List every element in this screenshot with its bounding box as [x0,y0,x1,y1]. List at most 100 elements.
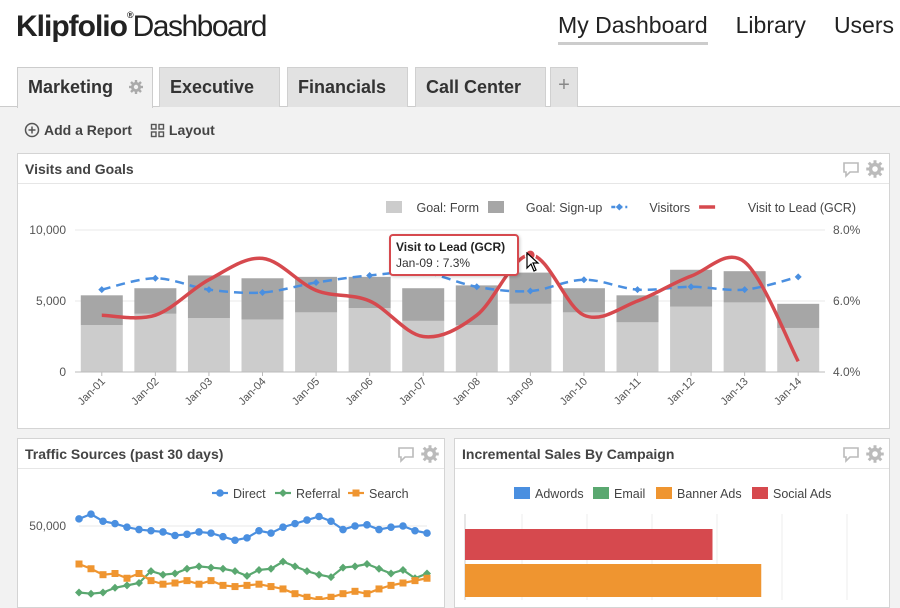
tab-label: Executive [170,77,254,97]
add-tab-button[interactable]: + [550,67,578,107]
search-point [100,571,107,578]
search-point [196,581,203,588]
referral-point [195,562,203,570]
referral-point [75,589,83,597]
incremental-sales-chart: AdwordsEmailBanner AdsSocial Ads [454,469,890,600]
search-point [328,594,335,600]
search-point [280,585,287,592]
comment-icon[interactable] [841,159,861,179]
klipfolio-logo[interactable]: Klipfolio®Dashboard [16,10,266,44]
layout-button[interactable]: Layout [150,122,215,138]
bar-goal-form [670,307,712,372]
search-point [304,594,311,600]
direct-point [75,515,83,523]
x-tick-label: Jan-11 [612,376,644,408]
bar-goal-signup [402,288,444,321]
comment-icon[interactable] [396,444,416,464]
tab-marketing[interactable]: Marketing [17,67,153,108]
nav-library[interactable]: Library [736,12,806,45]
add-report-button[interactable]: Add a Report [24,122,132,138]
gear-icon[interactable] [128,79,144,95]
x-tick-label: Jan-13 [718,376,750,408]
visits-goals-chart: 05,00010,0004.0%6.0%8.0%Jan-01Jan-02Jan-… [0,185,900,429]
x-tick-label: Jan-06 [343,376,375,408]
referral-point [387,570,395,578]
search-point [184,577,191,584]
search-point [400,580,407,587]
search-point [88,565,95,572]
bar-goal-signup [349,277,391,308]
legend-label: Goal: Form [416,201,479,215]
search-point [172,580,179,587]
search-point [316,596,323,600]
bar-goal-form [724,302,766,372]
nav-my-dashboard[interactable]: My Dashboard [558,12,708,45]
x-tick-label: Jan-12 [665,376,697,408]
search-point [352,588,359,595]
legend-label: Goal: Sign-up [526,201,602,215]
direct-point [279,523,287,531]
panel-title: Incremental Sales By Campaign [462,446,674,462]
dashboard-tabbar: Marketing Executive Financials Call Cent… [0,58,900,107]
tab-call-center[interactable]: Call Center [415,67,546,107]
chart-tooltip: Visit to Lead (GCR) Jan-09 : 7.3% [389,234,519,276]
referral-point [159,571,167,579]
traffic-sources-chart: 50,000DirectReferralSearch [17,469,445,600]
direct-point [99,517,107,525]
panel-icons [841,444,885,464]
x-tick-label: Jan-04 [236,376,268,408]
x-tick-label: Jan-02 [129,376,161,408]
dashboard-toolbar: Add a Report Layout [24,122,215,138]
panel-icons [396,444,440,464]
referral-point [375,565,383,573]
nav-users[interactable]: Users [834,12,894,45]
direct-point [315,513,323,521]
x-tick-label: Jan-14 [772,376,804,408]
referral-point [183,565,191,573]
bar-goal-form [617,322,659,372]
comment-icon[interactable] [841,444,861,464]
bar-goal-form [188,318,230,372]
gear-icon[interactable] [420,444,440,464]
panel-header: Visits and Goals [18,154,889,184]
direct-point [411,527,419,535]
direct-point [171,532,179,540]
search-point [136,570,143,577]
bar-goal-form [509,304,551,372]
legend-swatch [656,487,672,499]
panel-title: Traffic Sources (past 30 days) [25,446,223,462]
direct-point [339,526,347,534]
direct-point [243,534,251,542]
direct-point [291,520,299,528]
search-point [232,583,239,590]
panel-title: Visits and Goals [25,161,134,177]
referral-point [315,571,323,579]
x-tick-label: Jan-01 [76,376,108,408]
bar-goal-signup [188,275,230,318]
bar-goal-form [295,312,337,372]
tab-executive[interactable]: Executive [159,67,280,107]
layout-grid-icon [150,123,165,138]
visitors-point [634,286,641,293]
logo-brand: Klipfolio [16,10,127,43]
panel-header: Incremental Sales By Campaign [455,439,889,469]
bar-goal-form [134,314,176,372]
x-tick-label: Jan-03 [183,376,215,408]
direct-point [423,529,431,537]
direct-point [267,529,275,537]
bar-goal-signup [81,295,123,325]
bar-goal-form [81,325,123,372]
legend-label: Referral [296,487,340,501]
search-point [256,581,263,588]
y-tick-label-right: 4.0% [833,365,861,379]
direct-point [327,517,335,525]
direct-point [375,526,383,534]
referral-point [303,567,311,575]
direct-point [87,510,95,518]
tab-financials[interactable]: Financials [287,67,408,107]
gear-icon[interactable] [865,159,885,179]
search-point [124,575,131,582]
gear-icon[interactable] [865,444,885,464]
direct-point [123,523,131,531]
legend-label: Direct [233,487,266,501]
